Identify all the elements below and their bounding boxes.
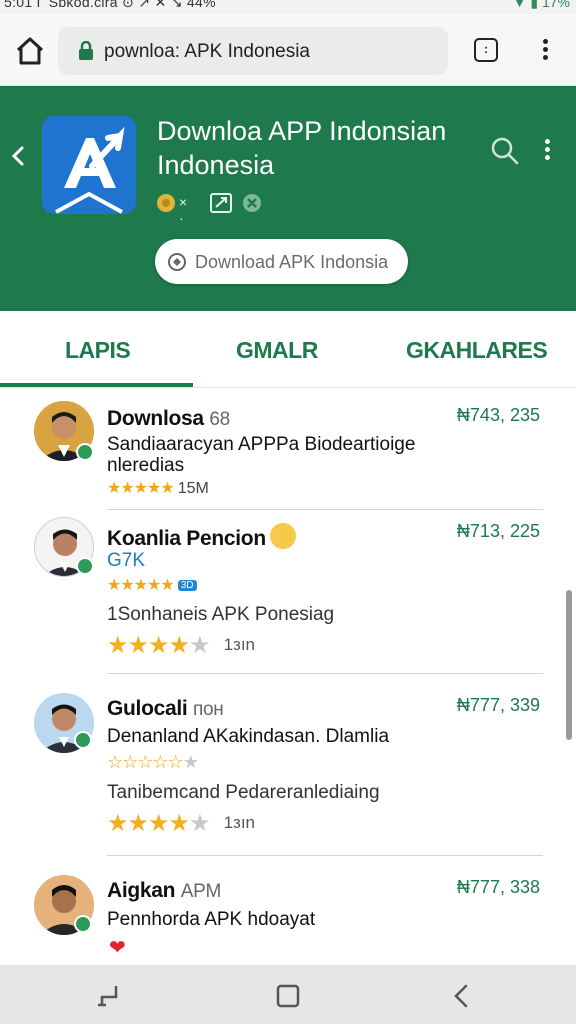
item-name: Downlosa 68: [107, 407, 230, 430]
scrollbar[interactable]: [566, 590, 572, 740]
divider: [107, 673, 543, 674]
app-meta-text: × ·: [179, 194, 188, 226]
item-badge: 3D: [177, 580, 197, 591]
download-button-label: Download APK Indonsia: [195, 252, 389, 272]
item-desc: Sandiaaracyan APPPa Biodeartioige: [107, 434, 416, 455]
item-name-suffix: 68: [209, 409, 230, 430]
smirk-emoji-icon: [269, 523, 296, 549]
nav-back-icon[interactable]: [449, 983, 475, 1009]
more-vert-icon[interactable]: [538, 36, 552, 66]
download-shield-icon: [167, 252, 187, 272]
download-apk-button[interactable]: Download APK Indonsia: [155, 239, 408, 284]
address-bar[interactable]: pownloa: APK Indonesia: [58, 27, 448, 75]
active-tab-indicator: [0, 383, 193, 387]
header-more-icon[interactable]: [540, 136, 554, 166]
item-rating-large: ★★★★★ 1зın: [107, 632, 256, 659]
item-desc-secondary: Tanibemcand Pedareranlediaing: [107, 782, 380, 803]
tab-lapis[interactable]: LAPIS: [65, 337, 131, 364]
status-left-text: 5:01 Г Sbkоd.cira ⊙ ↗ ✕ ↘ 44%: [4, 0, 216, 10]
resize-icon: [210, 193, 232, 213]
verified-badge-icon: [76, 443, 94, 461]
item-rating: ☆☆☆☆☆★: [107, 752, 199, 772]
item-price: ₦777, 338: [456, 877, 540, 897]
system-nav-bar: [0, 965, 576, 1024]
item-rating: ❤: [107, 935, 126, 960]
item-desc: Denanland AKakindasan. Dlamlia: [107, 726, 390, 747]
item-name: Koanlia Pencion: [107, 523, 296, 551]
item-desc: 1Sonhaneis APK Ponesiag: [107, 604, 335, 625]
app-header: Downloa APP Indonsian Indonesia × · Down…: [0, 86, 576, 311]
tabs-icon[interactable]: :: [474, 38, 498, 62]
item-tag: G7K: [107, 550, 146, 571]
recent-apps-icon[interactable]: [96, 983, 122, 1009]
heart-icon: ❤: [109, 937, 126, 959]
tab-gmalr[interactable]: GMALR: [236, 337, 318, 364]
browser-toolbar: pownloa: APK Indonesia :: [0, 14, 576, 86]
app-icon: [42, 116, 136, 214]
item-name: Aigkan APM: [107, 879, 222, 902]
rating-coin-icon: [156, 193, 176, 213]
search-icon[interactable]: [490, 136, 520, 166]
item-downloads: 15M: [177, 480, 209, 497]
shield-icon: [242, 193, 262, 213]
tab-bar: LAPIS GMALR GKAHLARES: [0, 311, 576, 388]
verified-badge-icon: [74, 915, 92, 933]
tab-gkahlares[interactable]: GKAHLARES: [406, 337, 548, 364]
item-rating: ★★★★★ 3D: [107, 575, 197, 595]
app-title: Downloa APP Indonsian Indonesia: [157, 116, 447, 180]
status-right-text: ▼ ▮ 17%: [512, 0, 570, 10]
item-desc: Pennhorda APK hdoayat: [107, 909, 316, 930]
lock-icon: [78, 40, 94, 61]
nav-home-icon[interactable]: [275, 983, 301, 1009]
url-text: pownloa: APK Indonesia: [104, 41, 310, 62]
item-desc-line2: nleredias: [107, 455, 185, 476]
item-price: ₦713, 225: [456, 521, 540, 541]
item-downloads: 1зın: [223, 813, 256, 832]
item-price: ₦777, 339: [456, 695, 540, 715]
item-rating: ★★★★★ 15M: [107, 480, 209, 497]
divider: [107, 509, 543, 510]
app-list: Downlosa 68 Sandiaaracyan APPPa Biodeart…: [0, 389, 576, 965]
item-name-suffix: пон: [193, 699, 224, 720]
verified-badge-icon: [76, 557, 94, 575]
verified-badge-icon: [74, 731, 92, 749]
item-downloads: 1зın: [223, 635, 256, 654]
divider: [107, 855, 543, 856]
home-icon[interactable]: [14, 36, 46, 66]
item-rating-large: ★★★★★ 1зın: [107, 810, 256, 837]
back-icon[interactable]: [8, 142, 28, 170]
status-bar: 5:01 Г Sbkоd.cira ⊙ ↗ ✕ ↘ 44% ▼ ▮ 17%: [0, 0, 576, 14]
item-name: Gulocali пон: [107, 697, 224, 720]
item-price: ₦743, 235: [456, 405, 540, 425]
item-name-suffix: APM: [180, 881, 222, 902]
